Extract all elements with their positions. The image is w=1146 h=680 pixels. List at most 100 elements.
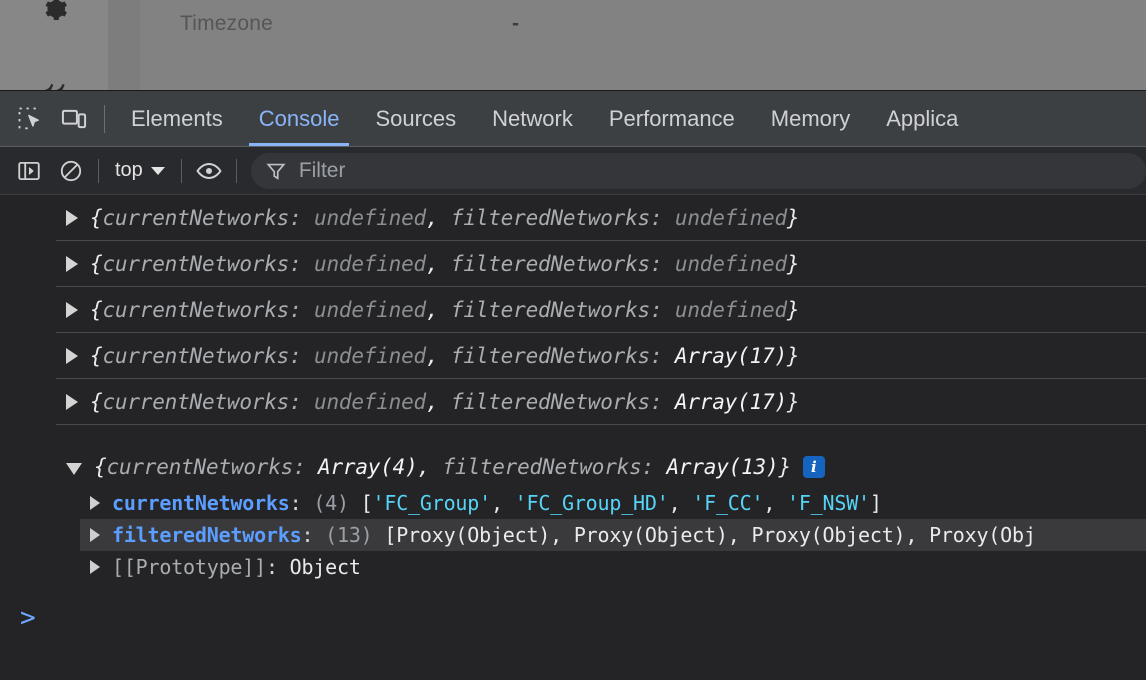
object-preview: {currentNetworks: undefined, filteredNet… — [90, 206, 799, 230]
preview-value: undefined — [314, 252, 426, 276]
array-item: Proxy(Object) — [751, 523, 905, 547]
object-property-row[interactable]: currentNetworks: (4) ['FC_Group', 'FC_Gr… — [80, 487, 1146, 519]
preview-value: Array(13) — [666, 455, 778, 479]
tab-application[interactable]: Applica — [868, 91, 976, 146]
preview-comma: , — [426, 344, 438, 368]
expand-triangle-icon[interactable] — [90, 560, 100, 574]
preview-value: undefined — [314, 206, 426, 230]
preview-key: currentNetworks: — [106, 455, 305, 479]
array-length: (4) — [313, 491, 349, 515]
preview-key: filteredNetworks: — [451, 206, 663, 230]
console-message-row[interactable]: {currentNetworks: undefined, filteredNet… — [56, 241, 1146, 287]
device-toolbar-icon[interactable] — [52, 97, 96, 141]
tab-network[interactable]: Network — [474, 91, 591, 146]
open-brace: { — [90, 344, 102, 368]
preview-comma: , — [418, 455, 430, 479]
console-message-row[interactable]: {currentNetworks: undefined, filteredNet… — [56, 379, 1146, 425]
collapse-triangle-icon[interactable] — [66, 463, 82, 475]
chevron-right-icon: > — [20, 605, 36, 631]
preview-value: undefined — [675, 206, 787, 230]
close-bracket: ] — [870, 491, 882, 515]
tab-label: Performance — [609, 106, 735, 132]
settings-row-timezone: Timezone - — [180, 12, 1146, 48]
clear-console-icon[interactable] — [50, 150, 92, 192]
property-content: currentNetworks: (4) ['FC_Group', 'FC_Gr… — [112, 491, 882, 515]
inspect-element-icon[interactable] — [8, 97, 52, 141]
object-preview: {currentNetworks: undefined, filteredNet… — [90, 390, 799, 414]
expand-triangle-icon[interactable] — [66, 256, 78, 272]
object-property-row[interactable]: filteredNetworks: (13) [Proxy(Object), P… — [80, 519, 1146, 551]
preview-key: filteredNetworks: — [451, 252, 663, 276]
filter-placeholder: Filter — [299, 159, 346, 183]
object-preview: {currentNetworks: undefined, filteredNet… — [90, 344, 799, 368]
close-brace: } — [787, 252, 799, 276]
filter-input[interactable]: Filter — [251, 153, 1146, 189]
gear-icon[interactable] — [40, 0, 70, 24]
expand-triangle-icon[interactable] — [90, 528, 100, 542]
screen: Timezone - Elements — [0, 0, 1146, 680]
preview-value: Array(17) — [675, 390, 787, 414]
property-colon: : — [301, 523, 313, 547]
property-colon: : — [266, 555, 278, 579]
toolbar-divider — [181, 159, 182, 183]
expand-triangle-icon[interactable] — [66, 210, 78, 226]
expanded-message-header[interactable]: {currentNetworks: Array(4), filteredNetw… — [56, 447, 1146, 487]
toolbar-divider — [98, 159, 99, 183]
preview-value: undefined — [675, 298, 787, 322]
tab-console[interactable]: Console — [241, 91, 358, 146]
console-prompt[interactable]: > — [0, 595, 1146, 641]
tab-label: Network — [492, 106, 573, 132]
devtools-tabstrip: Elements Console Sources Network Perform… — [0, 91, 1146, 147]
console-message-row[interactable]: {currentNetworks: undefined, filteredNet… — [56, 333, 1146, 379]
array-length: (13) — [325, 523, 372, 547]
array-item: 'FC_Group_HD' — [515, 491, 669, 515]
tab-label: Memory — [771, 106, 850, 132]
preview-key: filteredNetworks: — [442, 455, 654, 479]
expand-triangle-icon[interactable] — [66, 302, 78, 318]
array-item: Proxy(Object) — [396, 523, 550, 547]
array-item: 'F_CC' — [692, 491, 763, 515]
object-preview: {currentNetworks: undefined, filteredNet… — [90, 298, 799, 322]
execution-context-label: top — [115, 159, 143, 182]
preview-value: undefined — [314, 344, 426, 368]
preview-value: Array(17) — [675, 344, 787, 368]
tab-label: Sources — [375, 106, 456, 132]
preview-value: undefined — [314, 298, 426, 322]
preview-key: currentNetworks: — [102, 298, 301, 322]
open-brace: { — [90, 298, 102, 322]
console-message-list: {currentNetworks: undefined, filteredNet… — [0, 195, 1146, 680]
timezone-value: - — [512, 12, 519, 36]
partial-glyph-icon — [42, 70, 76, 90]
filter-icon — [265, 160, 287, 182]
console-message-expanded: {currentNetworks: Array(4), filteredNetw… — [0, 447, 1146, 583]
expand-triangle-icon[interactable] — [66, 348, 78, 364]
preview-key: filteredNetworks: — [451, 390, 663, 414]
tab-memory[interactable]: Memory — [753, 91, 868, 146]
close-brace: } — [787, 344, 799, 368]
preview-value: undefined — [314, 390, 426, 414]
open-brace: { — [94, 455, 106, 479]
tab-elements[interactable]: Elements — [113, 91, 241, 146]
open-bracket: [ — [384, 523, 396, 547]
live-expression-icon[interactable] — [188, 150, 230, 192]
close-brace: } — [787, 298, 799, 322]
tab-sources[interactable]: Sources — [357, 91, 474, 146]
toolbar-divider — [104, 105, 105, 133]
expand-triangle-icon[interactable] — [90, 496, 100, 510]
open-brace: { — [90, 206, 102, 230]
show-console-sidebar-icon[interactable] — [8, 150, 50, 192]
info-badge-icon[interactable]: i — [803, 456, 825, 478]
tab-performance[interactable]: Performance — [591, 91, 753, 146]
dimmed-web-page: Timezone - — [0, 0, 1146, 90]
console-message-row[interactable]: {currentNetworks: undefined, filteredNet… — [56, 287, 1146, 333]
preview-value: undefined — [675, 252, 787, 276]
tab-label: Console — [259, 106, 340, 132]
property-content: [[Prototype]]: Object — [112, 555, 361, 579]
object-prototype-row[interactable]: [[Prototype]]: Object — [80, 551, 1146, 583]
console-message-row[interactable]: {currentNetworks: undefined, filteredNet… — [56, 195, 1146, 241]
console-toolbar: top Filter — [0, 147, 1146, 195]
property-name: [[Prototype]] — [112, 555, 266, 579]
array-item: Proxy(Obj — [929, 523, 1036, 547]
expand-triangle-icon[interactable] — [66, 394, 78, 410]
execution-context-selector[interactable]: top — [105, 154, 175, 188]
